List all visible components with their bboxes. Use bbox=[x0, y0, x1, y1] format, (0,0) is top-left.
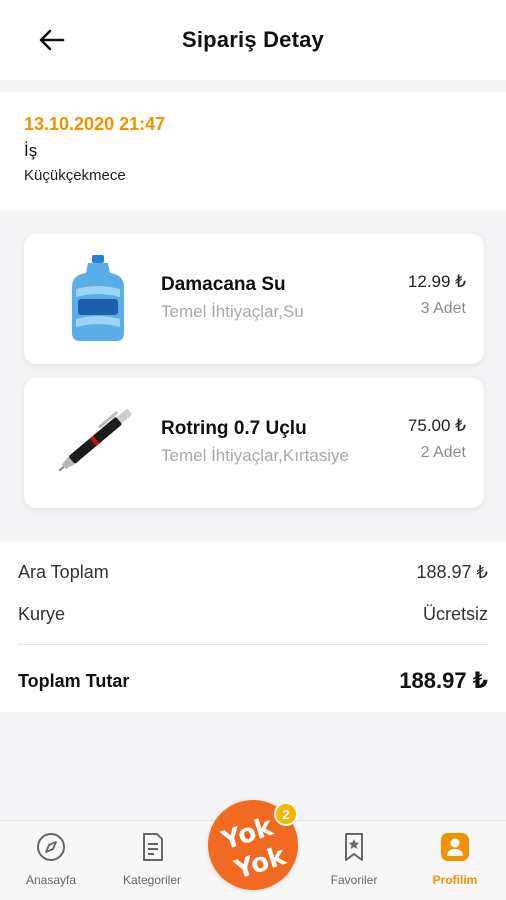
product-category: Temel İhtiyaçlar,Su bbox=[161, 302, 304, 321]
order-totals: Ara Toplam 188.97 ₺ Kurye Ücretsiz Topla… bbox=[0, 542, 506, 712]
page-title: Sipariş Detay bbox=[181, 27, 324, 52]
back-button[interactable] bbox=[34, 22, 70, 58]
order-item-card[interactable]: Damacana Su Temel İhtiyaçlar,Su 12.99 ₺ … bbox=[24, 234, 484, 364]
address-name: İş bbox=[24, 141, 38, 160]
profile-icon bbox=[441, 833, 469, 861]
subtotal-label: Ara Toplam bbox=[18, 562, 109, 582]
divider bbox=[18, 644, 488, 645]
tab-label: Profilim bbox=[432, 873, 478, 887]
compass-icon bbox=[37, 833, 65, 861]
product-quantity: 2 Adet bbox=[420, 444, 466, 461]
tab-anasayfa[interactable]: Anasayfa bbox=[11, 831, 91, 887]
product-price: 12.99 ₺ bbox=[407, 272, 466, 291]
subtotal-value: 188.97 ₺ bbox=[416, 562, 488, 582]
total-row: Toplam Tutar 188.97 ₺ bbox=[18, 668, 488, 694]
order-info: 13.10.2020 21:47 İş Küçükçekmece bbox=[0, 92, 506, 210]
tab-label: Kategoriler bbox=[122, 873, 182, 887]
mechanical-pencil-image bbox=[48, 392, 148, 492]
arrow-left-icon bbox=[39, 29, 65, 51]
tab-favoriler[interactable]: Favoriler bbox=[314, 831, 394, 887]
courier-value: Ücretsiz bbox=[422, 604, 488, 624]
product-category: Temel İhtiyaçlar,Kırtasiye bbox=[161, 446, 350, 465]
tab-profilim[interactable]: Profilim bbox=[415, 831, 495, 887]
total-label: Toplam Tutar bbox=[18, 670, 130, 691]
water-bottle-image bbox=[48, 248, 148, 348]
tab-kategoriler[interactable]: Kategoriler bbox=[112, 831, 192, 887]
order-date: 13.10.2020 21:47 bbox=[24, 114, 166, 134]
bookmark-star-icon bbox=[345, 833, 363, 861]
cart-count-badge: 2 bbox=[274, 802, 298, 826]
product-price: 75.00 ₺ bbox=[407, 416, 466, 435]
product-name: Damacana Su bbox=[161, 274, 286, 295]
order-item-card[interactable]: Rotring 0.7 Uçlu Temel İhtiyaçlar,Kırtas… bbox=[24, 378, 484, 508]
total-value: 188.97 ₺ bbox=[399, 668, 488, 693]
tab-label: Favoriler bbox=[330, 873, 378, 887]
product-name: Rotring 0.7 Uçlu bbox=[161, 418, 307, 439]
courier-label: Kurye bbox=[18, 604, 66, 624]
top-bar: Sipariş Detay bbox=[0, 0, 506, 80]
subtotal-row: Ara Toplam 188.97 ₺ bbox=[18, 562, 488, 583]
courier-row: Kurye Ücretsiz bbox=[18, 604, 488, 625]
address-location: Küçükçekmece bbox=[24, 167, 126, 184]
document-list-icon bbox=[143, 833, 163, 861]
product-quantity: 3 Adet bbox=[420, 300, 466, 317]
tab-label: Anasayfa bbox=[25, 873, 77, 887]
